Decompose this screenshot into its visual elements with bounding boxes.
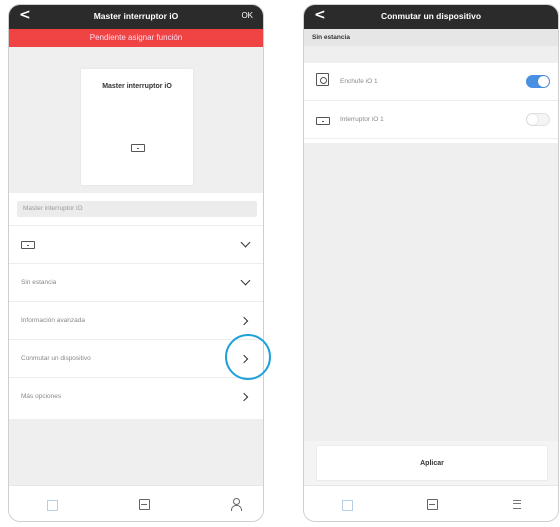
user-icon[interactable] [229,497,243,511]
page-title: Conmutar un dispositivo [380,11,482,21]
device-preview-card: Master interruptor iO [81,69,193,185]
chevron-right-icon[interactable] [239,392,249,402]
preview-title: Master interruptor iO [102,83,172,90]
pending-function-banner[interactable]: Pendiente asignar función [9,29,263,47]
room-section-header: Sin estancia [304,29,558,46]
device-box-icon[interactable] [137,497,151,511]
title-bar: < Master interruptor iO OK [9,5,263,29]
home-icon[interactable] [340,497,354,511]
device-name-input[interactable]: Master interruptor iO [17,201,257,217]
switch-device-icon [21,241,35,249]
switch-device-label: Conmutar un dispositivo [21,355,91,362]
advanced-info-row[interactable]: Información avanzada [9,301,263,339]
advanced-info-label: Información avanzada [21,317,85,324]
ok-button[interactable]: OK [241,11,253,20]
toggle-knob [538,76,549,87]
home-icon[interactable] [45,497,59,511]
switch-device-icon [131,144,145,152]
chevron-down-icon[interactable] [240,275,251,286]
title-bar: < Conmutar un dispositivo [304,5,558,29]
room-row[interactable]: Sin estancia [9,263,263,301]
device-label: Enchufe iO 1 [340,78,378,85]
plug-icon [316,73,329,86]
highlight-ring [225,334,271,380]
bottom-tab-bar [304,485,558,521]
device-list: Enchufe iO 1 Interruptor iO 1 [304,63,558,143]
switch-device-icon [316,117,330,125]
list-item[interactable]: Interruptor iO 1 [304,101,558,139]
device-toggle[interactable] [526,113,550,126]
chevron-down-icon[interactable] [240,237,251,248]
device-toggle[interactable] [526,75,550,88]
room-label: Sin estancia [21,279,57,286]
chevron-right-icon[interactable] [239,316,249,326]
more-options-label: Más opciones [21,393,62,400]
apply-button[interactable]: Aplicar [316,445,548,481]
bottom-tab-bar [9,485,263,521]
apply-area: Aplicar [304,441,558,485]
toggle-knob [527,114,538,125]
phone-screen-device-settings: < Master interruptor iO OK Pendiente asi… [8,4,264,522]
menu-icon[interactable] [510,497,524,511]
more-options-row[interactable]: Más opciones [9,377,263,415]
list-item[interactable]: Enchufe iO 1 [304,63,558,101]
phone-screen-switch-device: < Conmutar un dispositivo Sin estancia E… [303,4,559,522]
page-title: Master interruptor iO [93,11,179,21]
device-label: Interruptor iO 1 [340,116,384,123]
device-box-icon[interactable] [425,497,439,511]
device-type-row[interactable] [9,225,263,263]
